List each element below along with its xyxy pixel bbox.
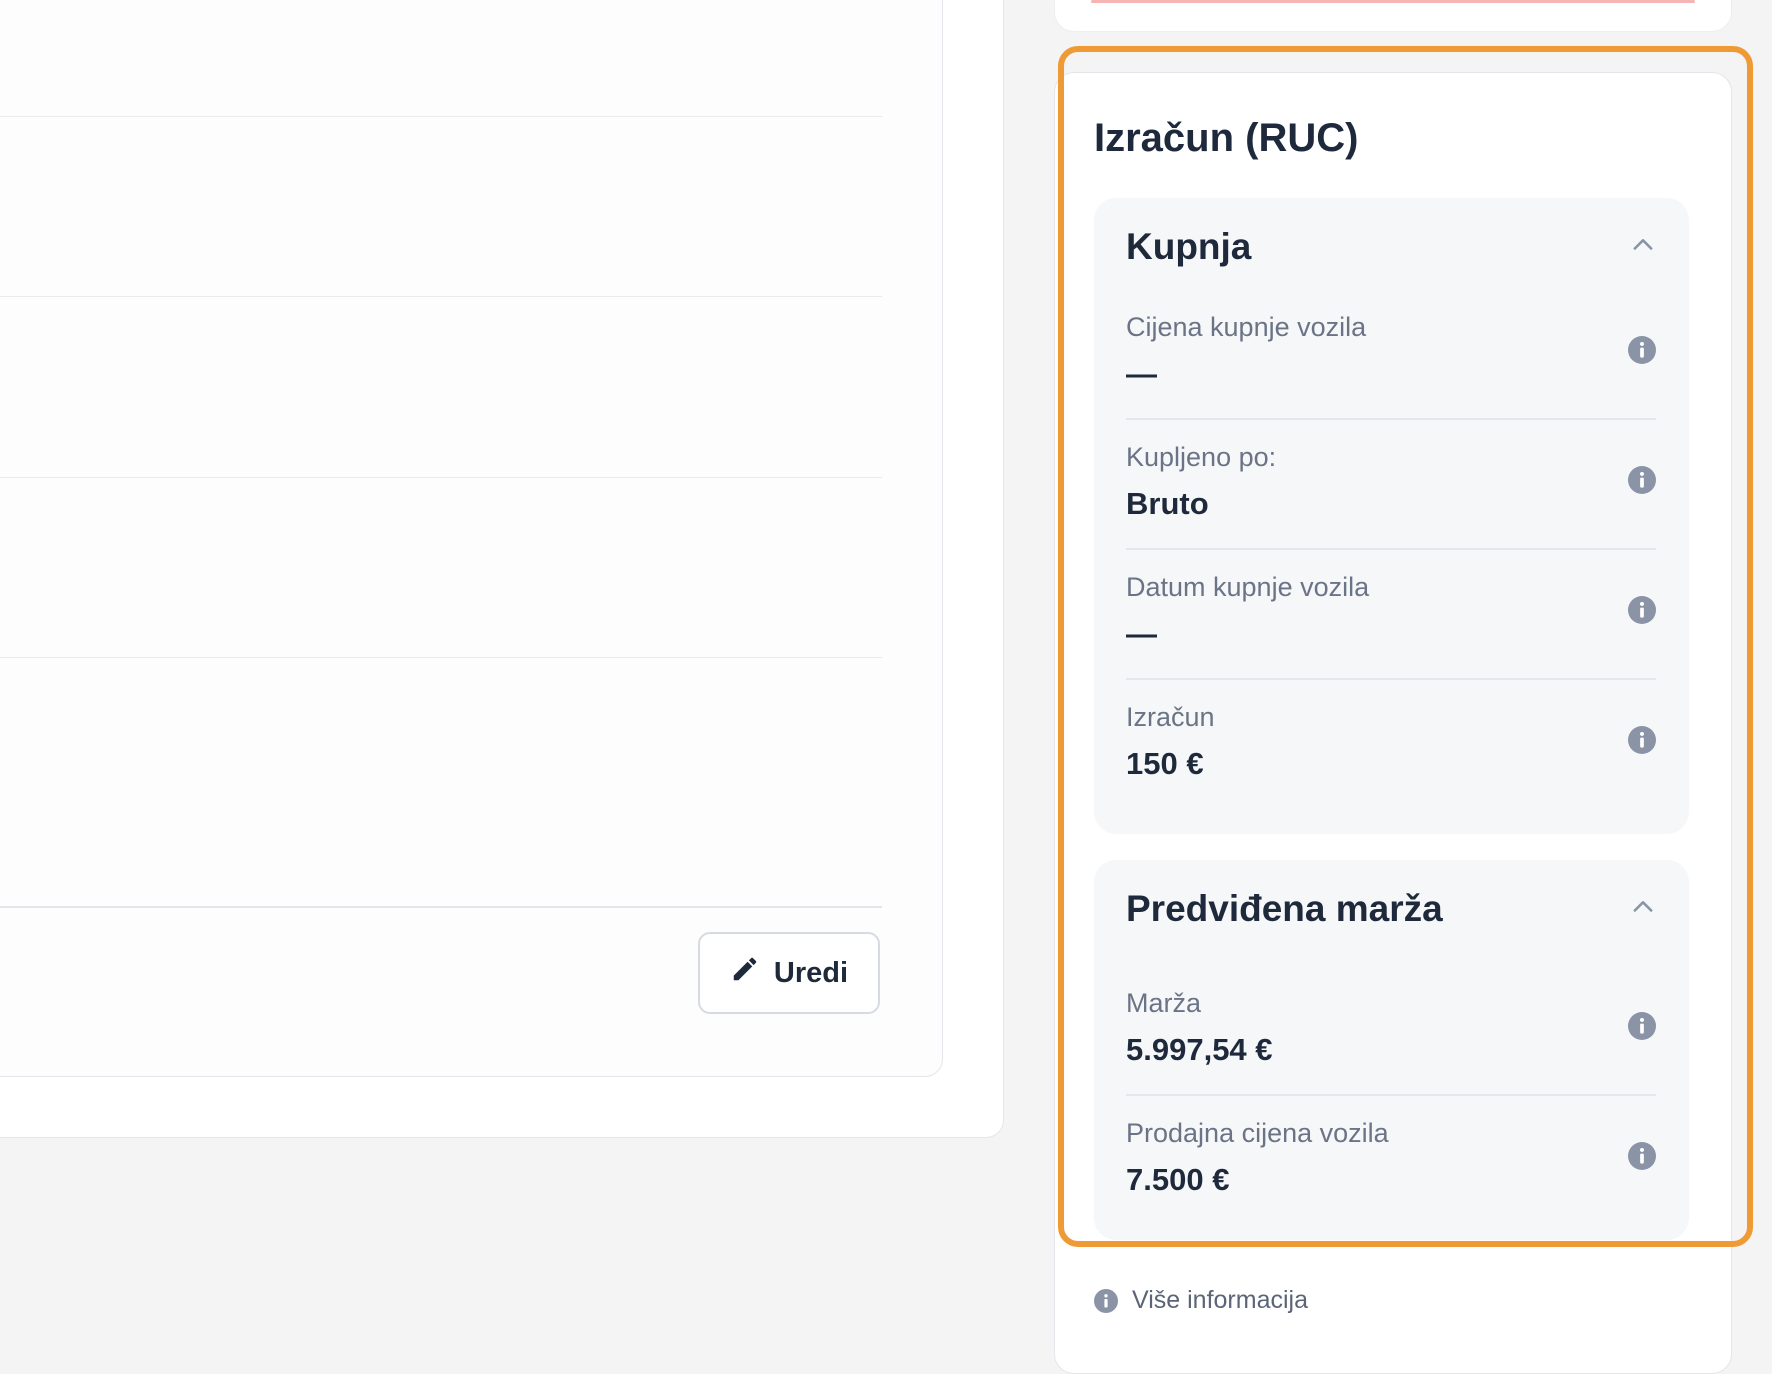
selling-price-row: Prodajna cijena vozila 7.500 € bbox=[1126, 1096, 1656, 1226]
margin-section-title: Predviđena marža bbox=[1126, 888, 1443, 929]
purchase-price-value: — bbox=[1126, 356, 1157, 391]
info-icon[interactable] bbox=[1628, 596, 1656, 624]
purchase-price-row: Cijena kupnje vozila — bbox=[1126, 290, 1656, 420]
margin-section-header[interactable]: Predviđena marža bbox=[1126, 884, 1657, 934]
info-icon bbox=[1094, 1288, 1118, 1313]
info-icon[interactable] bbox=[1628, 466, 1656, 494]
purchase-section-header[interactable]: Kupnja bbox=[1126, 222, 1657, 272]
info-icon[interactable] bbox=[1628, 1012, 1656, 1040]
margin-section: Predviđena marža Marža 5.997,54 € Prodaj… bbox=[1094, 860, 1689, 1240]
bought-by-label: Kupljeno po: bbox=[1126, 442, 1277, 472]
margin-value: 5.997,54 € bbox=[1126, 1032, 1273, 1067]
info-icon[interactable] bbox=[1628, 336, 1656, 364]
row-divider bbox=[0, 296, 882, 297]
chevron-up-icon[interactable] bbox=[1629, 231, 1657, 264]
row-divider bbox=[0, 116, 882, 117]
calculation-row: Izračun 150 € bbox=[1126, 680, 1656, 810]
selling-price-label: Prodajna cijena vozila bbox=[1126, 1118, 1389, 1148]
details-panel: Uredi bbox=[0, 0, 943, 1077]
progress-strip bbox=[1091, 0, 1695, 3]
more-info-label: Više informacija bbox=[1132, 1286, 1309, 1314]
margin-label: Marža bbox=[1126, 988, 1202, 1018]
info-icon[interactable] bbox=[1628, 726, 1656, 754]
calculation-value: 150 € bbox=[1126, 746, 1204, 781]
bought-by-value: Bruto bbox=[1126, 486, 1209, 521]
footer-divider bbox=[0, 906, 882, 908]
bought-by-row: Kupljeno po: Bruto bbox=[1126, 420, 1656, 550]
purchase-price-label: Cijena kupnje vozila bbox=[1126, 312, 1367, 342]
purchase-date-label: Datum kupnje vozila bbox=[1126, 572, 1370, 602]
row-divider bbox=[0, 477, 882, 478]
edit-button-label: Uredi bbox=[773, 956, 849, 989]
details-panel-outer: Uredi bbox=[0, 0, 1004, 1138]
margin-row: Marža 5.997,54 € bbox=[1126, 966, 1656, 1096]
purchase-date-value: — bbox=[1126, 616, 1157, 651]
more-info-link[interactable]: Više informacija bbox=[1094, 1286, 1308, 1315]
purchase-section: Kupnja Cijena kupnje vozila — Kupljeno p… bbox=[1094, 198, 1689, 834]
edit-button[interactable]: Uredi bbox=[698, 932, 880, 1014]
pencil-icon bbox=[730, 954, 760, 992]
purchase-section-title: Kupnja bbox=[1126, 226, 1252, 267]
calculation-label: Izračun bbox=[1126, 702, 1215, 732]
purchase-date-row: Datum kupnje vozila — bbox=[1126, 550, 1656, 680]
info-icon[interactable] bbox=[1628, 1142, 1656, 1170]
chevron-up-icon[interactable] bbox=[1629, 893, 1657, 926]
ruc-title: Izračun (RUC) bbox=[1094, 116, 1359, 160]
row-divider bbox=[0, 657, 882, 658]
selling-price-value: 7.500 € bbox=[1126, 1162, 1230, 1197]
top-card bbox=[1054, 0, 1732, 32]
